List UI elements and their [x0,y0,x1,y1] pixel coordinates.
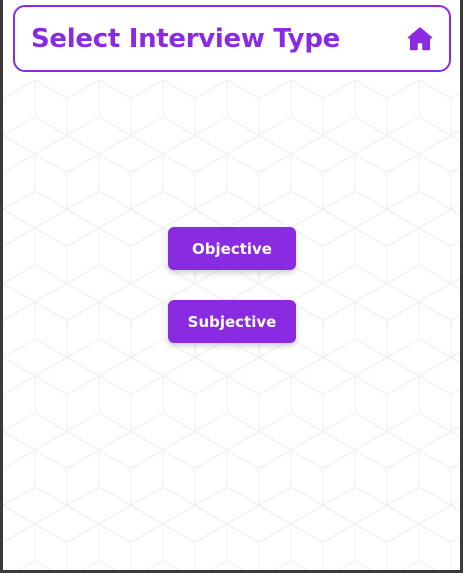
page-title: Select Interview Type [31,23,340,54]
app-window: Select Interview Type Objective Subjecti… [0,0,463,573]
home-button[interactable] [405,24,435,54]
header-bar: Select Interview Type [13,5,451,72]
objective-button[interactable]: Objective [168,227,296,270]
window-border-left [0,0,3,573]
subjective-button[interactable]: Subjective [168,300,296,343]
home-icon [407,26,433,50]
